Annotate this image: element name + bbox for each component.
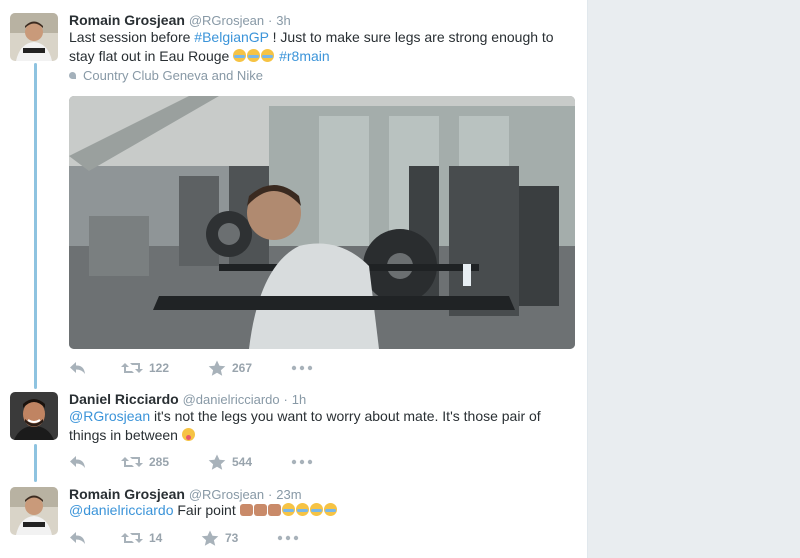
tongue-winking-emoji-icon <box>181 428 195 441</box>
reply-button[interactable] <box>69 454 87 472</box>
retweet-count: 285 <box>149 455 170 469</box>
author-name[interactable]: Daniel Ricciardo <box>69 391 179 407</box>
retweet-button[interactable]: 14 <box>121 530 162 548</box>
conversation-timeline: Romain Grosjean @RGrosjean · 3h Last ses… <box>0 0 588 558</box>
more-icon <box>277 535 299 541</box>
tweet-actions: 122 267 <box>69 360 369 378</box>
thumbs-up-emoji-icon <box>239 504 253 516</box>
separator: · <box>268 487 273 502</box>
tweet[interactable]: Daniel Ricciardo @danielricciardo · 1h @… <box>0 385 587 480</box>
retweet-count: 14 <box>149 531 163 545</box>
text-segment: Fair point <box>173 502 240 518</box>
more-button[interactable] <box>291 454 313 472</box>
author-name[interactable]: Romain Grosjean <box>69 12 185 28</box>
retweet-button[interactable]: 122 <box>121 360 169 378</box>
location-label: Country Club Geneva and Nike <box>83 68 263 83</box>
author-username[interactable]: @RGrosjean <box>189 487 264 502</box>
tweet-text: Last session before #BelgianGP ! Just to… <box>69 28 574 66</box>
more-icon <box>291 459 313 465</box>
laughing-emoji-icon <box>233 49 247 62</box>
laughing-emoji-icon <box>247 49 261 62</box>
tweet-timestamp[interactable]: 23m <box>276 487 301 502</box>
star-icon <box>201 530 219 546</box>
avatar[interactable] <box>10 392 58 440</box>
laughing-emoji-icon <box>309 503 323 516</box>
laughing-emoji-icon <box>295 503 309 516</box>
star-icon <box>208 454 226 470</box>
avatar[interactable] <box>10 13 58 61</box>
hashtag-link[interactable]: #BelgianGP <box>194 29 268 45</box>
laughing-emoji-icon <box>261 49 275 62</box>
avatar[interactable] <box>10 487 58 535</box>
author-username[interactable]: @danielricciardo <box>183 392 280 407</box>
tweet-actions: 285 544 <box>69 454 369 472</box>
favorite-count: 544 <box>232 455 253 469</box>
more-button[interactable] <box>291 360 313 378</box>
tweet-text: @danielricciardo Fair point <box>69 501 574 520</box>
thumbs-up-emoji-icon <box>267 504 281 516</box>
tweet-location[interactable]: Country Club Geneva and Nike <box>69 68 263 83</box>
tweet[interactable]: Romain Grosjean @RGrosjean · 3h Last ses… <box>0 0 587 385</box>
thumbs-up-emoji-icon <box>253 504 267 516</box>
tweet-text: @RGrosjean it's not the legs you want to… <box>69 407 559 445</box>
tweet-photo[interactable] <box>69 96 575 349</box>
retweet-icon <box>121 363 143 373</box>
retweet-button[interactable]: 285 <box>121 454 169 472</box>
mention-link[interactable]: @RGrosjean <box>69 408 150 424</box>
gym-photo-image <box>69 96 575 349</box>
mention-link[interactable]: @danielricciardo <box>69 502 173 518</box>
more-button[interactable] <box>277 530 299 548</box>
favorite-button[interactable]: 73 <box>201 530 238 548</box>
retweet-count: 122 <box>149 361 170 375</box>
reply-icon <box>70 362 85 374</box>
more-icon <box>291 365 313 371</box>
author-username[interactable]: @RGrosjean <box>189 13 264 28</box>
separator: · <box>283 392 288 407</box>
reply-button[interactable] <box>69 530 87 548</box>
text-segment: Last session before <box>69 29 195 45</box>
reply-icon <box>70 456 85 468</box>
tweet-timestamp[interactable]: 3h <box>276 13 290 28</box>
tweet-timestamp[interactable]: 1h <box>292 392 306 407</box>
retweet-icon <box>121 533 143 543</box>
retweet-icon <box>121 457 143 467</box>
favorite-count: 73 <box>225 531 239 545</box>
reply-icon <box>70 532 85 544</box>
laughing-emoji-icon <box>323 503 337 516</box>
favorite-button[interactable]: 544 <box>208 454 252 472</box>
favorite-button[interactable]: 267 <box>208 360 252 378</box>
author-name[interactable]: Romain Grosjean <box>69 486 185 502</box>
reply-button[interactable] <box>69 360 87 378</box>
hashtag-link[interactable]: #r8main <box>279 48 330 64</box>
separator: · <box>268 13 273 28</box>
star-icon <box>208 360 226 376</box>
location-pin-icon <box>69 72 76 79</box>
tweet-actions: 14 73 <box>69 530 369 548</box>
tweet[interactable]: Romain Grosjean @RGrosjean · 23m @daniel… <box>0 480 587 558</box>
favorite-count: 267 <box>232 361 253 375</box>
laughing-emoji-icon <box>281 503 295 516</box>
